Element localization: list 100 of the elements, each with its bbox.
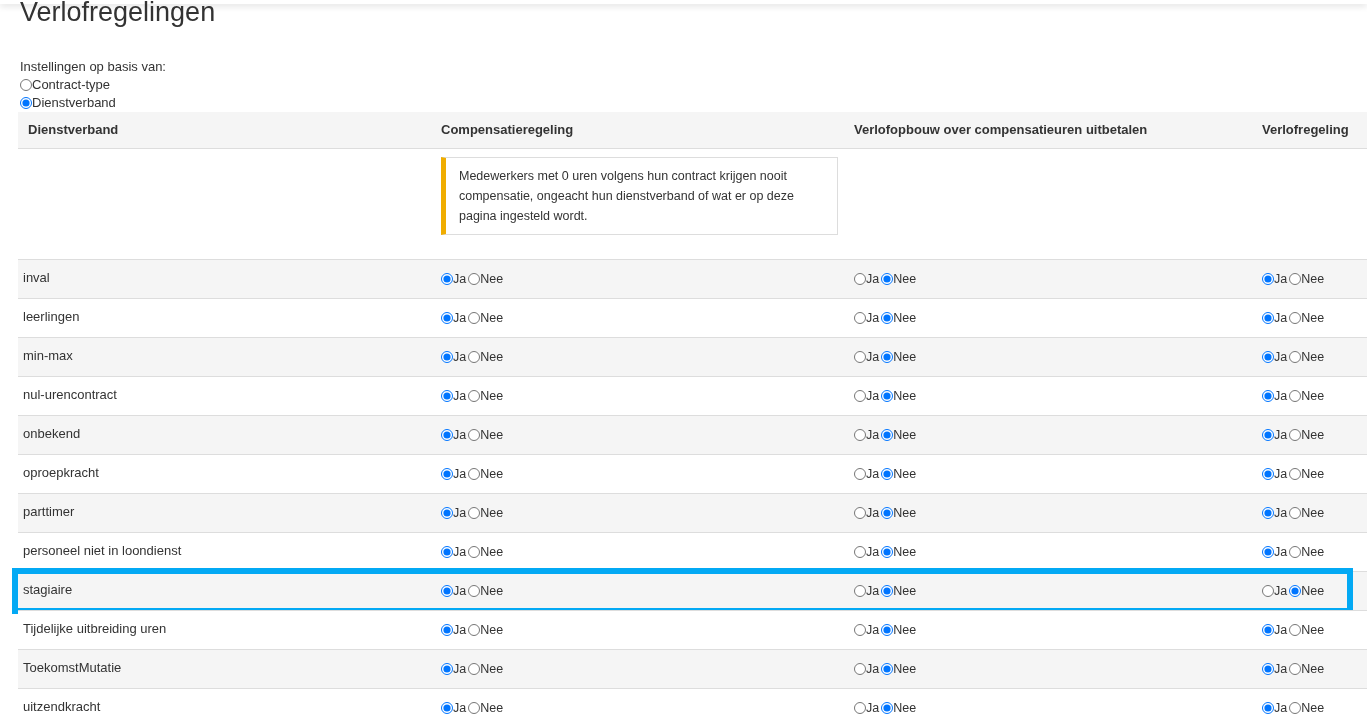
radio-button[interactable] bbox=[1289, 585, 1302, 597]
radio-label: Ja bbox=[866, 348, 880, 366]
radio-button[interactable] bbox=[441, 702, 453, 714]
radio-button[interactable] bbox=[441, 624, 453, 636]
radio-label: Ja bbox=[453, 465, 467, 483]
row-name: leerlingen bbox=[23, 308, 80, 327]
radio-button[interactable] bbox=[468, 273, 481, 285]
row-name: personeel niet in loondienst bbox=[23, 542, 182, 561]
radio-button[interactable] bbox=[881, 468, 894, 480]
radio-button[interactable] bbox=[468, 390, 481, 402]
radio-button[interactable] bbox=[1262, 585, 1274, 597]
radio-label: Ja bbox=[1274, 348, 1288, 366]
radio-button[interactable] bbox=[468, 351, 481, 363]
radio-button[interactable] bbox=[1289, 429, 1302, 441]
radio-label: Ja bbox=[453, 543, 467, 561]
radio-label: Ja bbox=[453, 582, 467, 600]
radio-button[interactable] bbox=[854, 546, 866, 558]
row-name: uitzendkracht bbox=[23, 698, 101, 717]
radio-label: Ja bbox=[866, 582, 880, 600]
radio-button[interactable] bbox=[881, 312, 894, 324]
radio-button[interactable] bbox=[441, 468, 453, 480]
radio-button[interactable] bbox=[441, 273, 453, 285]
radio-button[interactable] bbox=[20, 97, 32, 109]
radio-button[interactable] bbox=[441, 351, 453, 363]
radio-button[interactable] bbox=[1262, 390, 1274, 402]
radio-button[interactable] bbox=[854, 351, 866, 363]
radio-label: Ja bbox=[866, 426, 880, 444]
radio-button[interactable] bbox=[1262, 507, 1274, 519]
radio-button[interactable] bbox=[854, 273, 866, 285]
radio-button[interactable] bbox=[441, 546, 453, 558]
radio-button[interactable] bbox=[881, 273, 894, 285]
radio-button[interactable] bbox=[854, 663, 866, 675]
radio-button[interactable] bbox=[1289, 390, 1302, 402]
radio-button[interactable] bbox=[468, 624, 481, 636]
radio-label: Nee bbox=[893, 348, 917, 366]
radio-label: Nee bbox=[893, 270, 917, 288]
radio-button[interactable] bbox=[1289, 312, 1302, 324]
radio-button[interactable] bbox=[468, 702, 481, 714]
radio-button[interactable] bbox=[881, 351, 894, 363]
radio-button[interactable] bbox=[854, 429, 866, 441]
radio-button[interactable] bbox=[1262, 702, 1274, 714]
radio-label: Ja bbox=[866, 387, 880, 405]
radio-button[interactable] bbox=[441, 429, 453, 441]
radio-label: Ja bbox=[453, 387, 467, 405]
row-name: nul-urencontract bbox=[23, 386, 117, 405]
radio-button[interactable] bbox=[1262, 663, 1274, 675]
radio-button[interactable] bbox=[854, 390, 866, 402]
radio-label: Nee bbox=[480, 348, 504, 366]
radio-button[interactable] bbox=[854, 702, 866, 714]
radio-button[interactable] bbox=[854, 624, 866, 636]
radio-label: Nee bbox=[480, 309, 504, 327]
radio-button[interactable] bbox=[1289, 624, 1302, 636]
column-header: Compensatieregeling bbox=[441, 121, 574, 140]
radio-button[interactable] bbox=[441, 507, 453, 519]
radio-button[interactable] bbox=[468, 507, 481, 519]
radio-button[interactable] bbox=[441, 585, 453, 597]
radio-button[interactable] bbox=[1262, 273, 1274, 285]
radio-button[interactable] bbox=[468, 546, 481, 558]
radio-button[interactable] bbox=[881, 663, 894, 675]
radio-button[interactable] bbox=[881, 624, 894, 636]
radio-button[interactable] bbox=[854, 507, 866, 519]
radio-label: Ja bbox=[1274, 426, 1288, 444]
radio-button[interactable] bbox=[441, 663, 453, 675]
radio-button[interactable] bbox=[1289, 273, 1302, 285]
radio-button[interactable] bbox=[1262, 624, 1274, 636]
radio-button[interactable] bbox=[881, 507, 894, 519]
radio-button[interactable] bbox=[441, 390, 453, 402]
radio-button[interactable] bbox=[881, 390, 894, 402]
radio-button[interactable] bbox=[20, 79, 32, 91]
radio-button[interactable] bbox=[1262, 429, 1274, 441]
radio-label: Nee bbox=[1301, 465, 1325, 483]
radio-button[interactable] bbox=[468, 468, 481, 480]
radio-label: Ja bbox=[453, 660, 467, 678]
radio-button[interactable] bbox=[881, 546, 894, 558]
radio-button[interactable] bbox=[468, 429, 481, 441]
radio-button[interactable] bbox=[1289, 702, 1302, 714]
radio-button[interactable] bbox=[881, 429, 894, 441]
radio-button[interactable] bbox=[1262, 546, 1274, 558]
radio-label: Ja bbox=[453, 621, 467, 639]
radio-button[interactable] bbox=[1262, 351, 1274, 363]
radio-button[interactable] bbox=[468, 585, 481, 597]
radio-label: Ja bbox=[453, 426, 467, 444]
radio-button[interactable] bbox=[1289, 468, 1302, 480]
radio-button[interactable] bbox=[854, 312, 866, 324]
radio-button[interactable] bbox=[1289, 507, 1302, 519]
radio-button[interactable] bbox=[468, 663, 481, 675]
radio-button[interactable] bbox=[468, 312, 481, 324]
radio-button[interactable] bbox=[881, 585, 894, 597]
radio-button[interactable] bbox=[1262, 468, 1274, 480]
radio-button[interactable] bbox=[441, 312, 453, 324]
radio-button[interactable] bbox=[854, 585, 866, 597]
row-name: onbekend bbox=[23, 425, 81, 444]
radio-label: Ja bbox=[866, 699, 880, 717]
radio-button[interactable] bbox=[1289, 351, 1302, 363]
radio-button[interactable] bbox=[1289, 546, 1302, 558]
radio-label: Nee bbox=[893, 426, 917, 444]
radio-button[interactable] bbox=[854, 468, 866, 480]
radio-button[interactable] bbox=[1289, 663, 1302, 675]
radio-button[interactable] bbox=[1262, 312, 1274, 324]
radio-button[interactable] bbox=[881, 702, 894, 714]
